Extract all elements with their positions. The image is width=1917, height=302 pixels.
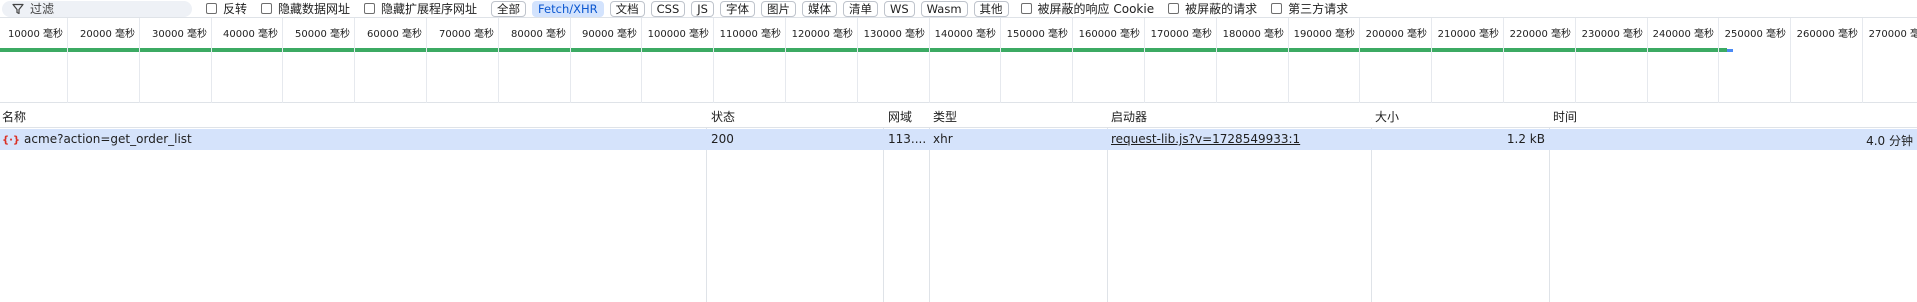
type-filter-chip[interactable]: Fetch/XHR [532, 0, 604, 17]
timeline-tick-label: 270000 毫秒 [1868, 29, 1917, 40]
request-type: xhr [933, 132, 953, 146]
network-overview-timeline[interactable]: 10000 毫秒 20000 毫秒 30000 毫秒 40000 毫秒 50000 毫秒… [0, 17, 1917, 103]
blocked-requests-label: 被屏蔽的请求 [1185, 2, 1258, 16]
request-status: 200 [711, 132, 734, 146]
initiator-link[interactable]: request-lib.js?v=1728549933:1 [1111, 132, 1300, 146]
checkbox-box[interactable] [261, 3, 273, 14]
third-party-checkbox[interactable]: 第三方请求 [1271, 0, 1348, 17]
hide-data-urls-checkbox[interactable]: 隐藏数据网址 [261, 0, 350, 17]
timeline-gridline: 270000 毫秒 [0, 18, 1917, 103]
filter-field[interactable] [2, 0, 192, 17]
column-header-name[interactable]: 名称 [2, 108, 26, 125]
checkbox-box[interactable] [1168, 3, 1180, 14]
type-filter-chip[interactable]: 媒体 [801, 0, 837, 17]
type-filter-chip[interactable]: 其他 [973, 0, 1009, 17]
request-table: 名称 状态 网域 类型 启动器 大小 时间 {·} acme?action=get… [0, 103, 1917, 302]
blocked-requests-checkbox[interactable]: 被屏蔽的请求 [1168, 0, 1257, 17]
blocked-cookies-label: 被屏蔽的响应 Cookie [1037, 2, 1155, 16]
hide-extension-urls-label: 隐藏扩展程序网址 [381, 2, 478, 16]
type-filter-chip[interactable]: Wasm [920, 0, 968, 17]
column-header-type[interactable]: 类型 [933, 108, 957, 125]
invert-checkbox[interactable]: 反转 [206, 0, 247, 17]
column-header-initiator[interactable]: 启动器 [1111, 108, 1147, 125]
type-filter-chip[interactable]: 图片 [760, 0, 796, 17]
column-header-domain[interactable]: 网域 [888, 108, 912, 125]
hide-extension-urls-checkbox[interactable]: 隐藏扩展程序网址 [364, 0, 477, 17]
filter-input[interactable] [30, 1, 180, 16]
checkbox-box[interactable] [1020, 3, 1032, 14]
checkbox-box[interactable] [206, 3, 217, 14]
type-filter-chip[interactable]: 清单 [842, 0, 878, 17]
type-filter-chip[interactable]: 文档 [609, 0, 645, 17]
request-domain: 113.... [888, 132, 927, 146]
table-row[interactable]: {·} acme?action=get_order_list 200 113...… [0, 129, 1917, 150]
request-time: 4.0 分钟 [1866, 134, 1913, 148]
network-filter-bar: 反转 隐藏数据网址 隐藏扩展程序网址 全部 Fetch/XHR 文档 CSS JS 字体图… [0, 0, 1917, 17]
third-party-label: 第三方请求 [1288, 2, 1349, 16]
column-header-size[interactable]: 大小 [1375, 108, 1399, 125]
type-filter-chip[interactable]: JS [691, 0, 714, 17]
hide-data-urls-label: 隐藏数据网址 [278, 2, 351, 16]
checkbox-box[interactable] [364, 3, 376, 14]
checkbox-box[interactable] [1271, 3, 1283, 14]
resource-type-filters: 全部 Fetch/XHR 文档 CSS JS 字体 图片 媒体 清单 WS Wasm 其他 [491, 0, 1014, 17]
table-header: 名称 状态 网域 类型 启动器 大小 时间 [0, 103, 1917, 128]
type-filter-chip[interactable]: 全部 [491, 0, 527, 17]
invert-label: 反转 [223, 2, 248, 16]
column-header-time[interactable]: 时间 [1553, 108, 1577, 125]
request-name: acme?action=get_order_list [24, 132, 192, 146]
funnel-icon [12, 3, 24, 14]
request-size: 1.2 kB [1506, 132, 1545, 146]
column-header-status[interactable]: 状态 [711, 108, 735, 125]
type-filter-chip[interactable]: 字体 [719, 0, 755, 17]
xhr-icon: {·} [2, 135, 21, 146]
type-filter-chip[interactable]: CSS [650, 0, 686, 17]
request-name-cell[interactable]: {·} acme?action=get_order_list [2, 132, 702, 146]
request-initiator-cell: request-lib.js?v=1728549933:1 [1111, 132, 1369, 146]
blocked-cookies-checkbox[interactable]: 被屏蔽的响应 Cookie [1020, 0, 1155, 17]
type-filter-chip[interactable]: WS [883, 0, 915, 17]
